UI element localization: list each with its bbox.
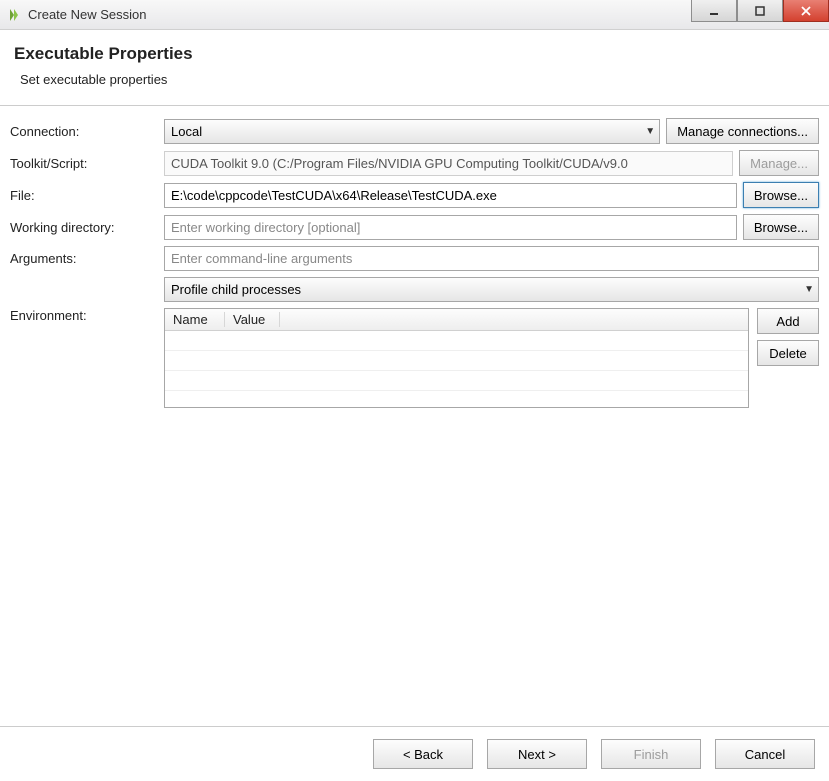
- env-col-value[interactable]: Value: [225, 312, 280, 327]
- table-row[interactable]: [165, 371, 748, 391]
- maximize-button[interactable]: [737, 0, 783, 22]
- page-title: Executable Properties: [14, 44, 815, 64]
- app-icon: [6, 7, 22, 23]
- form-area: Connection: Local ▼ Manage connections..…: [0, 106, 829, 408]
- manage-connections-button[interactable]: Manage connections...: [666, 118, 819, 144]
- titlebar: Create New Session: [0, 0, 829, 30]
- window-title: Create New Session: [28, 7, 147, 22]
- chevron-down-icon: ▼: [804, 284, 814, 295]
- connection-label: Connection:: [10, 124, 158, 139]
- profile-mode-select[interactable]: Profile child processes ▼: [164, 277, 819, 302]
- env-buttons: Add Delete: [757, 308, 819, 408]
- window-controls: [691, 0, 829, 22]
- env-add-button[interactable]: Add: [757, 308, 819, 334]
- workdir-input[interactable]: [164, 215, 737, 240]
- arguments-row: Arguments:: [10, 246, 819, 271]
- env-delete-button[interactable]: Delete: [757, 340, 819, 366]
- dialog-footer: < Back Next > Finish Cancel: [0, 726, 829, 781]
- close-button[interactable]: [783, 0, 829, 22]
- toolkit-value: CUDA Toolkit 9.0 (C:/Program Files/NVIDI…: [164, 151, 733, 176]
- environment-label: Environment:: [10, 308, 158, 323]
- environment-row: Environment: Name Value Add Delete: [10, 308, 819, 408]
- toolkit-row: Toolkit/Script: CUDA Toolkit 9.0 (C:/Pro…: [10, 150, 819, 176]
- workdir-label: Working directory:: [10, 220, 158, 235]
- environment-table[interactable]: Name Value: [164, 308, 749, 408]
- env-col-name[interactable]: Name: [165, 312, 225, 327]
- workdir-row: Working directory: Browse...: [10, 214, 819, 240]
- arguments-label: Arguments:: [10, 251, 158, 266]
- back-button[interactable]: < Back: [373, 739, 473, 769]
- finish-button[interactable]: Finish: [601, 739, 701, 769]
- table-row[interactable]: [165, 331, 748, 351]
- env-table-header: Name Value: [165, 309, 748, 331]
- file-browse-button[interactable]: Browse...: [743, 182, 819, 208]
- connection-value: Local: [171, 124, 202, 139]
- cancel-button[interactable]: Cancel: [715, 739, 815, 769]
- file-label: File:: [10, 188, 158, 203]
- manage-toolkit-button[interactable]: Manage...: [739, 150, 819, 176]
- profile-mode-value: Profile child processes: [171, 282, 301, 297]
- file-row: File: Browse...: [10, 182, 819, 208]
- file-input[interactable]: [164, 183, 737, 208]
- minimize-button[interactable]: [691, 0, 737, 22]
- dialog-header: Executable Properties Set executable pro…: [0, 30, 829, 106]
- page-subtitle: Set executable properties: [20, 72, 815, 87]
- profile-mode-row: Profile child processes ▼: [10, 277, 819, 302]
- env-table-body: [165, 331, 748, 391]
- arguments-input[interactable]: [164, 246, 819, 271]
- table-row[interactable]: [165, 351, 748, 371]
- chevron-down-icon: ▼: [645, 126, 655, 137]
- next-button[interactable]: Next >: [487, 739, 587, 769]
- workdir-browse-button[interactable]: Browse...: [743, 214, 819, 240]
- connection-row: Connection: Local ▼ Manage connections..…: [10, 118, 819, 144]
- connection-select[interactable]: Local ▼: [164, 119, 660, 144]
- toolkit-label: Toolkit/Script:: [10, 156, 158, 171]
